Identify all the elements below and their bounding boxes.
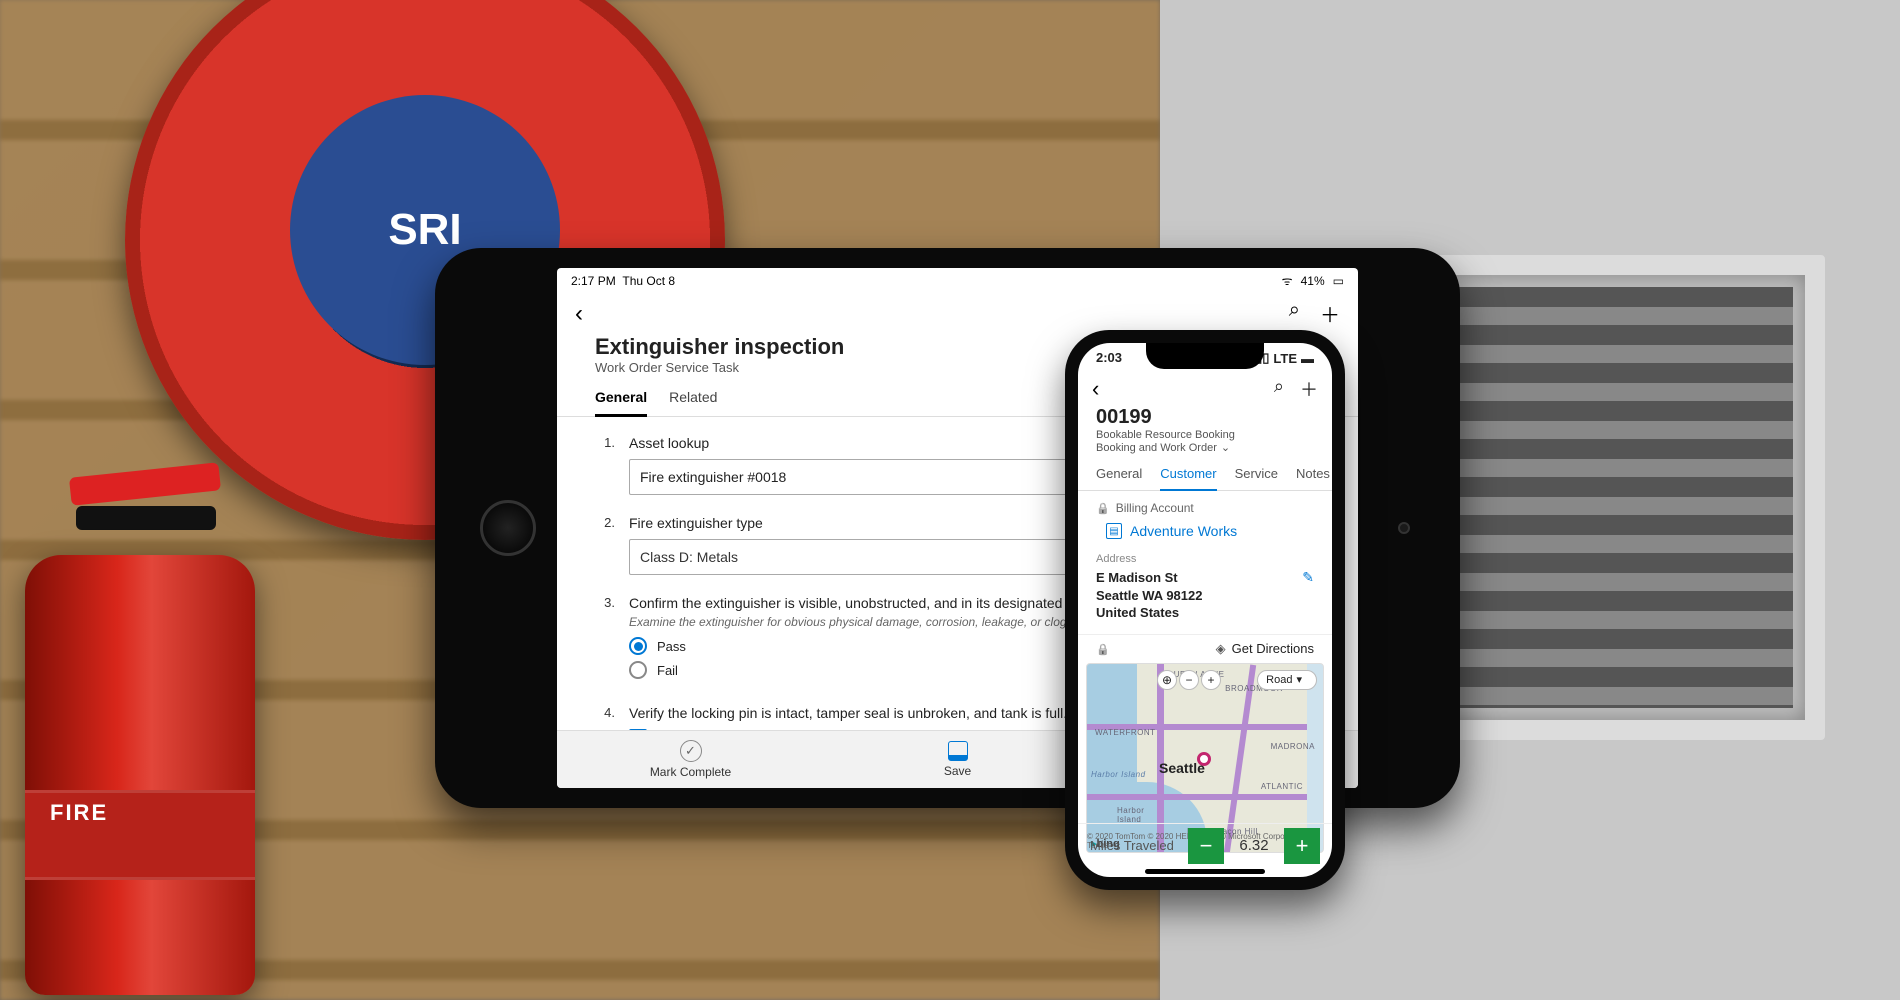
- billing-account-value: Adventure Works: [1130, 523, 1237, 539]
- tab-customer[interactable]: Customer: [1160, 466, 1216, 491]
- wifi-icon: ᯤ: [1282, 272, 1293, 289]
- tab-general[interactable]: General: [1096, 466, 1142, 490]
- record-subtitle: Bookable Resource Booking: [1078, 429, 1332, 441]
- map-zoom-out-button[interactable]: −: [1179, 670, 1199, 690]
- map-neighborhood: ATLANTIC: [1261, 782, 1303, 791]
- fire-extinguisher: [25, 555, 255, 995]
- search-icon[interactable]: ⌕: [1274, 376, 1284, 402]
- battery-icon: ▭: [1333, 274, 1344, 288]
- check-circle-icon: ✓: [680, 740, 702, 762]
- back-button[interactable]: ‹: [575, 300, 583, 328]
- map-city-label: Seattle: [1159, 760, 1205, 776]
- increment-button[interactable]: +: [1284, 828, 1320, 864]
- extinguisher-label-text: FIRE: [50, 800, 108, 826]
- mark-complete-button[interactable]: ✓ Mark Complete: [557, 731, 824, 788]
- tablet-home-button[interactable]: [480, 500, 536, 556]
- tablet-status-bar: 2:17 PM Thu Oct 8 ᯤ 41% ▭: [557, 268, 1358, 293]
- miles-traveled-row: Miles Traveled − 6.32 +: [1078, 823, 1332, 867]
- radio-label: Pass: [657, 639, 686, 654]
- search-icon[interactable]: ⌕: [1289, 299, 1300, 328]
- map-zoom-in-button[interactable]: +: [1201, 670, 1221, 690]
- billing-account-label: Billing Account: [1078, 491, 1332, 519]
- tab-related[interactable]: Related: [669, 389, 717, 416]
- button-label: Mark Complete: [650, 765, 731, 779]
- miles-label: Miles Traveled: [1090, 838, 1188, 853]
- radio-icon[interactable]: [629, 637, 647, 655]
- record-form-selector[interactable]: Booking and Work Order⌄: [1078, 441, 1332, 460]
- battery-icon: ▬: [1301, 351, 1314, 366]
- map-layer-select[interactable]: Road▾: [1257, 670, 1317, 690]
- chevron-down-icon: ▾: [1296, 673, 1302, 686]
- tablet-battery-text: 41%: [1301, 274, 1325, 288]
- directions-row: Get Directions: [1078, 634, 1332, 663]
- phone-notch: [1146, 343, 1264, 369]
- map-neighborhood: HarborIsland: [1117, 806, 1144, 824]
- home-indicator[interactable]: [1145, 869, 1265, 874]
- carrier-label: LTE: [1273, 351, 1297, 366]
- tablet-date: Thu Oct 8: [622, 274, 675, 288]
- map-water-label: Harbor Island: [1091, 770, 1146, 779]
- asset-lookup-value: Fire extinguisher #0018: [640, 469, 786, 485]
- decrement-button[interactable]: −: [1188, 828, 1224, 864]
- tab-service[interactable]: Service: [1235, 466, 1278, 490]
- tablet-camera: [1398, 522, 1410, 534]
- back-button[interactable]: ‹: [1092, 376, 1099, 402]
- extinguisher-type-value: Class D: Metals: [640, 549, 738, 565]
- directions-icon: [1216, 641, 1226, 657]
- address-label: Address: [1078, 549, 1332, 567]
- lock-icon: [1096, 501, 1110, 515]
- address-value: E Madison St Seattle WA 98122 United Sta…: [1096, 569, 1202, 622]
- edit-icon[interactable]: ✎: [1302, 569, 1314, 586]
- tablet-time: 2:17 PM: [571, 274, 616, 288]
- button-label: Save: [944, 764, 971, 778]
- save-button[interactable]: Save: [824, 731, 1091, 788]
- add-icon[interactable]: ＋: [1300, 376, 1318, 402]
- get-directions-button[interactable]: Get Directions: [1216, 641, 1314, 657]
- phone-screen: 2:03 ▮▮▮▯ LTE ▬ ‹ ⌕ ＋ 00199 Bookable Res…: [1078, 343, 1332, 877]
- radio-icon[interactable]: [629, 661, 647, 679]
- chevron-down-icon: ⌄: [1221, 441, 1230, 454]
- save-icon: [948, 741, 968, 761]
- lock-icon: [1096, 641, 1110, 656]
- add-icon[interactable]: ＋: [1320, 299, 1340, 328]
- map-neighborhood: WATERFRONT: [1095, 728, 1156, 737]
- map-locate-button[interactable]: ⊕: [1157, 670, 1177, 690]
- record-title: 00199: [1078, 404, 1332, 429]
- map-neighborhood: MADRONA: [1271, 742, 1315, 751]
- tab-notes[interactable]: Notes: [1296, 466, 1330, 490]
- phone-tabs: General Customer Service Notes: [1078, 460, 1332, 491]
- radio-label: Fail: [657, 663, 678, 678]
- tab-general[interactable]: General: [595, 389, 647, 417]
- account-icon: ▤: [1106, 523, 1122, 539]
- miles-value: 6.32: [1224, 837, 1284, 854]
- phone-device: 2:03 ▮▮▮▯ LTE ▬ ‹ ⌕ ＋ 00199 Bookable Res…: [1065, 330, 1345, 890]
- phone-time: 2:03: [1096, 350, 1122, 366]
- billing-account-link[interactable]: ▤ Adventure Works: [1078, 519, 1332, 549]
